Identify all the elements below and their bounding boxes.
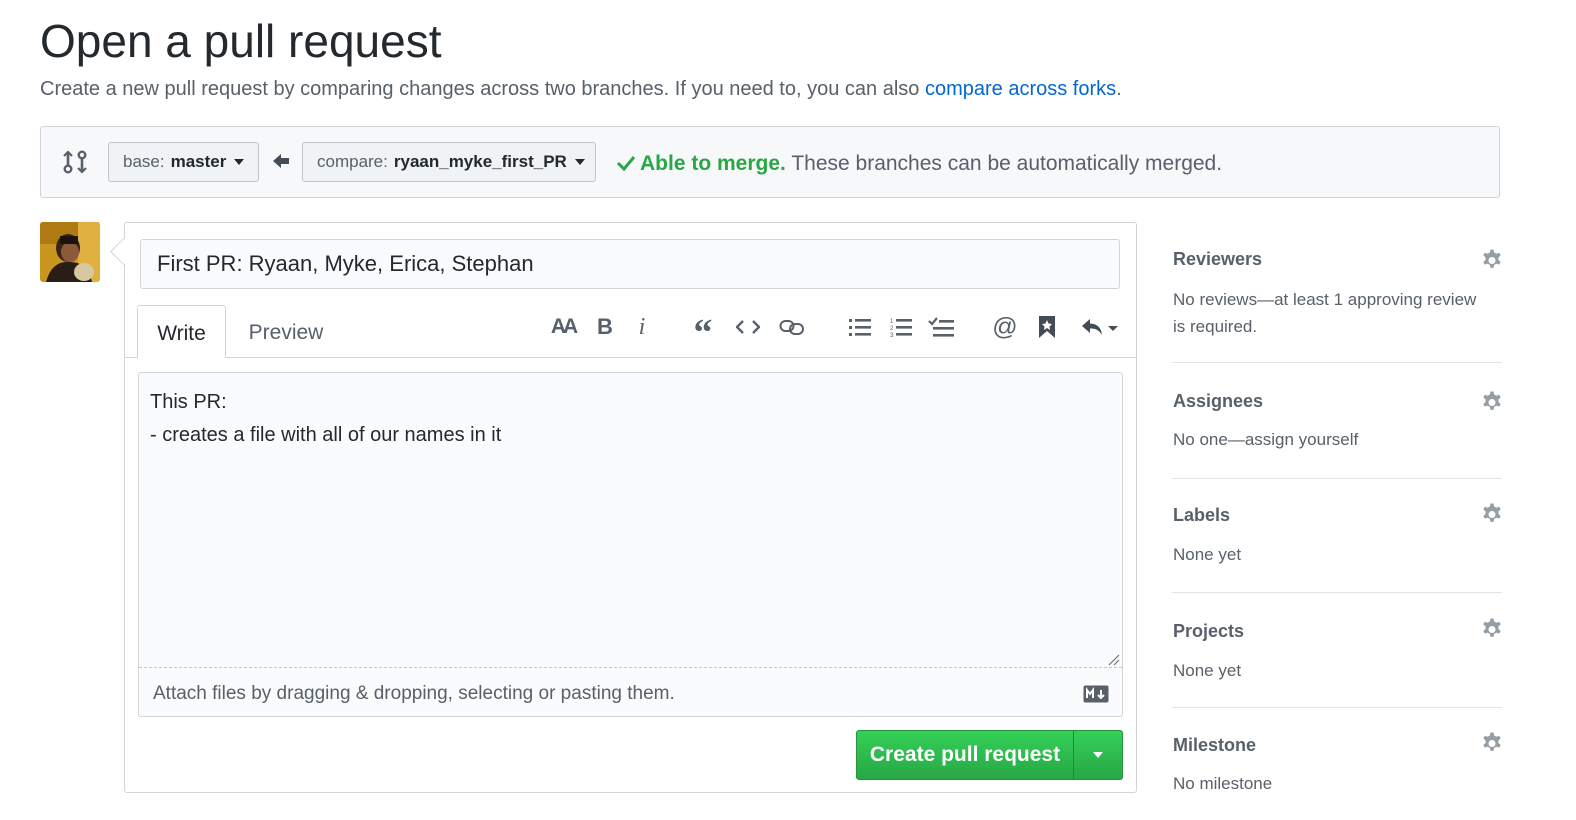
reply-icon[interactable]: [1078, 312, 1122, 342]
sidebar-divider: [1172, 707, 1502, 708]
sidebar-assignees: Assignees No one—assign yourself: [1173, 389, 1503, 453]
mention-icon[interactable]: @: [990, 312, 1020, 342]
create-options-dropdown[interactable]: [1073, 730, 1123, 780]
reference-icon[interactable]: [1032, 312, 1062, 342]
merge-ok-text: Able to merge.: [640, 152, 786, 175]
merge-message: These branches can be automatically merg…: [785, 152, 1223, 175]
svg-text:3: 3: [890, 333, 894, 337]
page-title: Open a pull request: [40, 15, 442, 67]
bold-icon[interactable]: B: [590, 312, 620, 342]
tab-write[interactable]: Write: [137, 305, 226, 358]
compare-forks-link[interactable]: compare across forks: [925, 78, 1116, 100]
reviewers-value: No reviews—at least 1 approving review: [1173, 290, 1477, 309]
compare-value: ryaan_myke_first_PR: [393, 152, 567, 171]
projects-gear-icon[interactable]: [1480, 617, 1504, 641]
chevron-down-icon: [574, 159, 585, 165]
assignees-gear-icon[interactable]: [1480, 390, 1504, 414]
task-list-icon[interactable]: [926, 312, 956, 342]
chevron-down-icon: [234, 159, 245, 165]
merge-status: Able to merge. These branches can be aut…: [616, 150, 1222, 178]
page-subtitle: Create a new pull request by comparing c…: [40, 76, 1122, 102]
tab-preview[interactable]: Preview: [234, 305, 338, 358]
sidebar-labels: Labels None yet: [1173, 503, 1503, 568]
sidebar-milestone: Milestone No milestone: [1173, 733, 1503, 797]
milestone-value: No milestone: [1173, 774, 1273, 793]
chevron-down-icon: [1093, 752, 1103, 758]
header-icon[interactable]: AA: [548, 312, 578, 342]
milestone-heading[interactable]: Milestone: [1173, 733, 1503, 757]
reviewers-value-line2: is required.: [1173, 317, 1258, 336]
base-key: base:: [123, 152, 165, 171]
projects-value: None yet: [1173, 661, 1242, 680]
subtitle-text: Create a new pull request by comparing c…: [40, 78, 925, 100]
attach-hint[interactable]: Attach files by dragging & dropping, sel…: [153, 681, 675, 707]
markdown-icon[interactable]: [1083, 685, 1109, 703]
quote-icon[interactable]: “: [688, 312, 718, 354]
compare-key: compare:: [317, 152, 388, 171]
avatar[interactable]: [40, 222, 100, 282]
subtitle-suffix: .: [1116, 78, 1122, 100]
sidebar-divider: [1172, 592, 1502, 593]
link-icon[interactable]: [777, 312, 807, 342]
labels-value: None yet: [1173, 545, 1242, 564]
assignees-heading[interactable]: Assignees: [1173, 389, 1503, 413]
reviewers-gear-icon[interactable]: [1480, 248, 1504, 272]
attach-divider: [139, 667, 1122, 668]
create-pull-request-button[interactable]: Create pull request: [856, 730, 1074, 780]
compare-arrows-icon: [63, 150, 87, 174]
check-icon: [616, 156, 636, 172]
sidebar-reviewers: Reviewers No reviews—at least 1 approvin…: [1173, 247, 1503, 340]
numbered-list-icon[interactable]: 123: [886, 312, 916, 342]
code-icon[interactable]: [733, 312, 763, 342]
sidebar-divider: [1172, 478, 1502, 479]
avatar-image: [40, 222, 100, 282]
compare-branch-select[interactable]: compare: ryaan_myke_first_PR: [302, 142, 596, 182]
body-text: This PR: - creates a file with all of ou…: [150, 391, 502, 446]
base-branch-select[interactable]: base: master: [108, 142, 259, 182]
title-input[interactable]: First PR: Ryaan, Myke, Erica, Stephan: [140, 239, 1120, 289]
arrow-left-icon: [273, 154, 289, 168]
sidebar-projects: Projects None yet: [1173, 619, 1503, 684]
svg-text:2: 2: [890, 326, 894, 332]
resize-handle-icon[interactable]: [1108, 654, 1120, 666]
base-value: master: [170, 152, 227, 171]
labels-gear-icon[interactable]: [1480, 502, 1504, 526]
assignees-value[interactable]: No one—assign yourself: [1173, 426, 1503, 453]
projects-heading[interactable]: Projects: [1173, 619, 1503, 643]
sidebar-divider: [1172, 362, 1502, 363]
reviewers-heading[interactable]: Reviewers: [1173, 247, 1503, 271]
svg-text:1: 1: [890, 319, 894, 325]
milestone-gear-icon[interactable]: [1480, 731, 1504, 755]
bulleted-list-icon[interactable]: [845, 312, 875, 342]
italic-icon[interactable]: i: [627, 312, 657, 342]
labels-heading[interactable]: Labels: [1173, 503, 1503, 527]
